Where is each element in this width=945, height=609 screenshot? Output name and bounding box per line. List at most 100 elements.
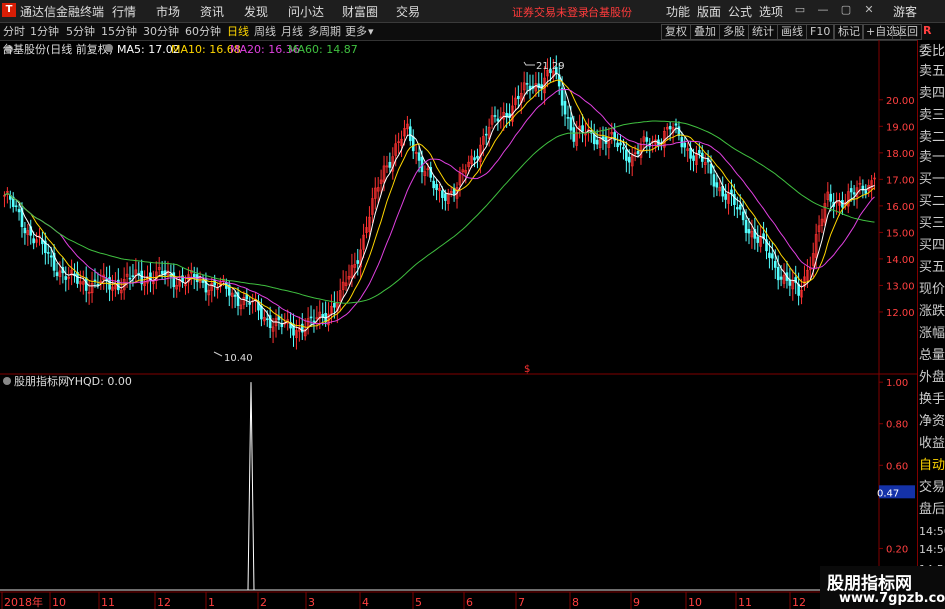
- tab-60min[interactable]: 60分钟: [185, 24, 221, 39]
- date-tick-label: 10: [52, 596, 66, 609]
- quote-info-panel: 委比 卖五 卖四 卖三 卖二 卖一 买一 买二 买三 买四 买五 现价 涨跌 涨幅 总量 外盘 换手 净资 收益 自动…: [917, 40, 945, 609]
- candle-body: [417, 152, 421, 161]
- close-icon[interactable]: ✕: [861, 2, 877, 18]
- tab-intraday[interactable]: 分时: [3, 24, 25, 39]
- candle-body: [525, 83, 529, 85]
- candle-body: [592, 134, 596, 145]
- menu-news[interactable]: 资讯: [200, 3, 224, 20]
- price-tick-label: 18.00: [886, 149, 915, 160]
- quote-panel-item: 盘后: [919, 502, 945, 517]
- price-tick-label: 14.00: [886, 255, 915, 266]
- candle-body: [744, 220, 748, 233]
- candle-body: [776, 267, 780, 281]
- tab-30min[interactable]: 30分钟: [143, 24, 179, 39]
- tab-multi-period[interactable]: 多周期: [308, 24, 341, 39]
- menu-wealth[interactable]: 财富圈: [342, 3, 378, 20]
- quote-panel-item: 卖五: [919, 64, 945, 79]
- candle-body: [46, 252, 50, 254]
- quote-panel-item: 买一: [919, 172, 945, 187]
- draw-line-button[interactable]: 画线: [777, 24, 807, 40]
- tab-15min[interactable]: 15分钟: [101, 24, 137, 39]
- quote-panel-item: 收益: [919, 436, 945, 451]
- indicator-spike: [247, 382, 255, 591]
- statistics-button[interactable]: 统计: [748, 24, 778, 40]
- high-label: 21.29: [536, 61, 565, 72]
- skin-icon[interactable]: ▭: [792, 2, 808, 18]
- candle-body: [248, 302, 252, 305]
- price-tick-label: 17.00: [886, 175, 915, 186]
- candle-body: [128, 277, 132, 280]
- tab-5min[interactable]: 5分钟: [66, 24, 95, 39]
- quote-panel-item: 卖四: [919, 86, 945, 101]
- candle-body: [432, 180, 435, 189]
- menu-trade[interactable]: 交易: [396, 3, 420, 20]
- indicator-axis: 0.20 0.47 0.60 0.80 1.00: [877, 378, 915, 555]
- guest-user[interactable]: 游客: [893, 3, 917, 20]
- current-stock-name: 台基股份: [588, 6, 632, 19]
- price-tick-label: 16.00: [886, 202, 915, 213]
- candle-body: [595, 139, 599, 145]
- menu-function[interactable]: 功能: [666, 3, 690, 20]
- app-title: 通达信金融终端: [20, 5, 105, 19]
- multi-stock-button[interactable]: 多股: [719, 24, 749, 40]
- date-tick-label: 11: [738, 596, 752, 609]
- minimize-icon[interactable]: —: [815, 2, 831, 18]
- ma10-line: [4, 79, 875, 328]
- period-toolbar: 分时 1分钟 5分钟 15分钟 30分钟 60分钟 日线 周线 月线 多周期 更…: [0, 23, 945, 41]
- candle-body: [265, 318, 269, 320]
- menu-market[interactable]: 市场: [156, 3, 180, 20]
- mark-button[interactable]: 标记: [834, 24, 864, 40]
- price-axis: 12.00 13.00 14.00 15.00 16.00 17.00 18.00 19.00…: [879, 96, 915, 319]
- candle-body: [473, 157, 476, 161]
- indicator-tick-label: 0.20: [886, 544, 908, 555]
- date-tick-label: 2: [260, 596, 267, 609]
- candle-body: [683, 142, 687, 148]
- tab-daily[interactable]: 日线: [227, 24, 249, 39]
- candle-body: [736, 207, 739, 210]
- tab-more[interactable]: 更多: [345, 24, 367, 39]
- candle-body: [476, 155, 479, 159]
- tab-weekly[interactable]: 周线: [254, 24, 276, 39]
- candle-body: [23, 227, 27, 234]
- tab-1min[interactable]: 1分钟: [30, 24, 59, 39]
- indicator-tick-label: 0.60: [886, 461, 908, 472]
- menu-ask[interactable]: 问小达: [288, 3, 324, 20]
- quote-panel-item: 外盘: [919, 370, 945, 385]
- ma-settings-icon[interactable]: [105, 44, 113, 52]
- candle-body: [560, 87, 564, 106]
- menu-discover[interactable]: 发现: [244, 3, 268, 20]
- candle-body: [566, 117, 570, 119]
- app-logo-icon: T: [2, 3, 16, 17]
- candle-body: [616, 142, 619, 148]
- candle-body: [388, 161, 392, 168]
- candle-body: [245, 294, 249, 300]
- f10-button[interactable]: F10: [806, 24, 835, 40]
- menu-layout[interactable]: 版面: [697, 3, 721, 20]
- date-tick-label: 5: [415, 596, 422, 609]
- more-dropdown-icon[interactable]: ▾: [368, 24, 374, 39]
- menu-formula[interactable]: 公式: [728, 3, 752, 20]
- maximize-icon[interactable]: ▢: [838, 2, 854, 18]
- candle-body: [849, 188, 853, 193]
- menu-quotes[interactable]: 行情: [112, 3, 136, 20]
- kline-chart-area[interactable]: 12.00 13.00 14.00 15.00 16.00 17.00 18.00 19.00…: [0, 40, 917, 609]
- quote-panel-item: 14:56: [919, 543, 945, 556]
- date-tick-label: 2018年: [4, 595, 43, 609]
- candle-body: [619, 142, 622, 146]
- candle-body: [779, 276, 783, 280]
- back-button[interactable]: 返回: [892, 24, 922, 40]
- candle-body: [333, 303, 336, 308]
- candle-body: [771, 253, 774, 259]
- candle-body: [444, 193, 447, 201]
- candle-body: [724, 193, 727, 200]
- candle-body: [689, 147, 692, 159]
- restore-rights-button[interactable]: 复权: [661, 24, 691, 40]
- overlay-button[interactable]: 叠加: [690, 24, 720, 40]
- candle-body: [668, 125, 672, 130]
- r-indicator[interactable]: R: [920, 24, 934, 38]
- menu-options[interactable]: 选项: [759, 3, 783, 20]
- indicator-settings-icon[interactable]: [3, 377, 11, 385]
- candle-body: [768, 252, 771, 258]
- tab-monthly[interactable]: 月线: [281, 24, 303, 39]
- trade-login-warning[interactable]: 证券交易未登录: [512, 4, 589, 20]
